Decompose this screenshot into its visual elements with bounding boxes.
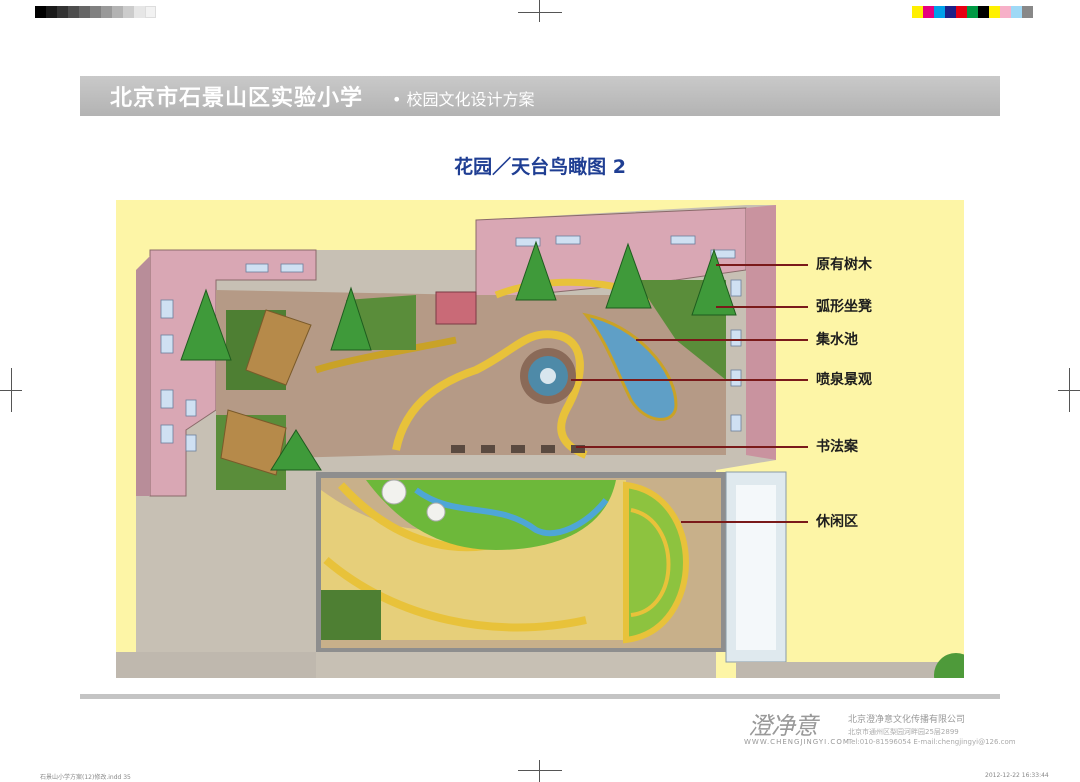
logo-url: WWW.CHENGJINGYI.COM	[744, 738, 850, 746]
file-slug: 石景山小学方案(12)修改.indd 35	[40, 774, 131, 781]
callout-existing-trees: 原有树木	[816, 257, 872, 273]
callout-fountain: 喷泉景观	[816, 372, 872, 388]
callout-water-basin: 集水池	[816, 332, 858, 348]
crop-mark	[539, 0, 540, 22]
footer-rule	[80, 694, 1000, 699]
grayscale-calibration-bar	[35, 6, 156, 18]
crop-mark	[11, 368, 12, 412]
company-logo: 澄净意	[748, 712, 818, 740]
crop-mark	[1069, 368, 1070, 412]
leader-line	[716, 306, 808, 308]
callout-leisure-area: 休闲区	[816, 514, 858, 530]
section-title: 花园／天台鸟瞰图 2	[454, 156, 626, 178]
leader-line	[636, 339, 808, 341]
leader-line	[716, 264, 808, 266]
callout-calligraphy-table: 书法案	[816, 439, 858, 455]
callout-arc-seats: 弧形坐凳	[816, 299, 872, 315]
garden-aerial-rendering: 原有树木 弧形坐凳 集水池 喷泉景观 书法案 休闲区	[116, 200, 964, 678]
leader-line	[681, 521, 808, 523]
crop-mark	[518, 770, 562, 771]
school-name: 北京市石景山区实验小学	[110, 86, 364, 111]
company-address: 北京市通州区梨园河畔园25层2899	[848, 728, 959, 736]
leader-line	[576, 446, 808, 448]
plan-title: • 校园文化设计方案	[392, 90, 535, 109]
company-name: 北京澄净意文化传播有限公司	[848, 715, 966, 725]
leader-line	[571, 379, 808, 381]
crop-mark	[518, 12, 562, 13]
company-contact: Tel:010-81596054 E-mail:chengjingyi@126.…	[848, 738, 1016, 746]
crop-mark	[539, 760, 540, 782]
print-date: 2012-12-22 16:33:44	[985, 772, 1049, 779]
color-calibration-bar	[912, 6, 1033, 18]
